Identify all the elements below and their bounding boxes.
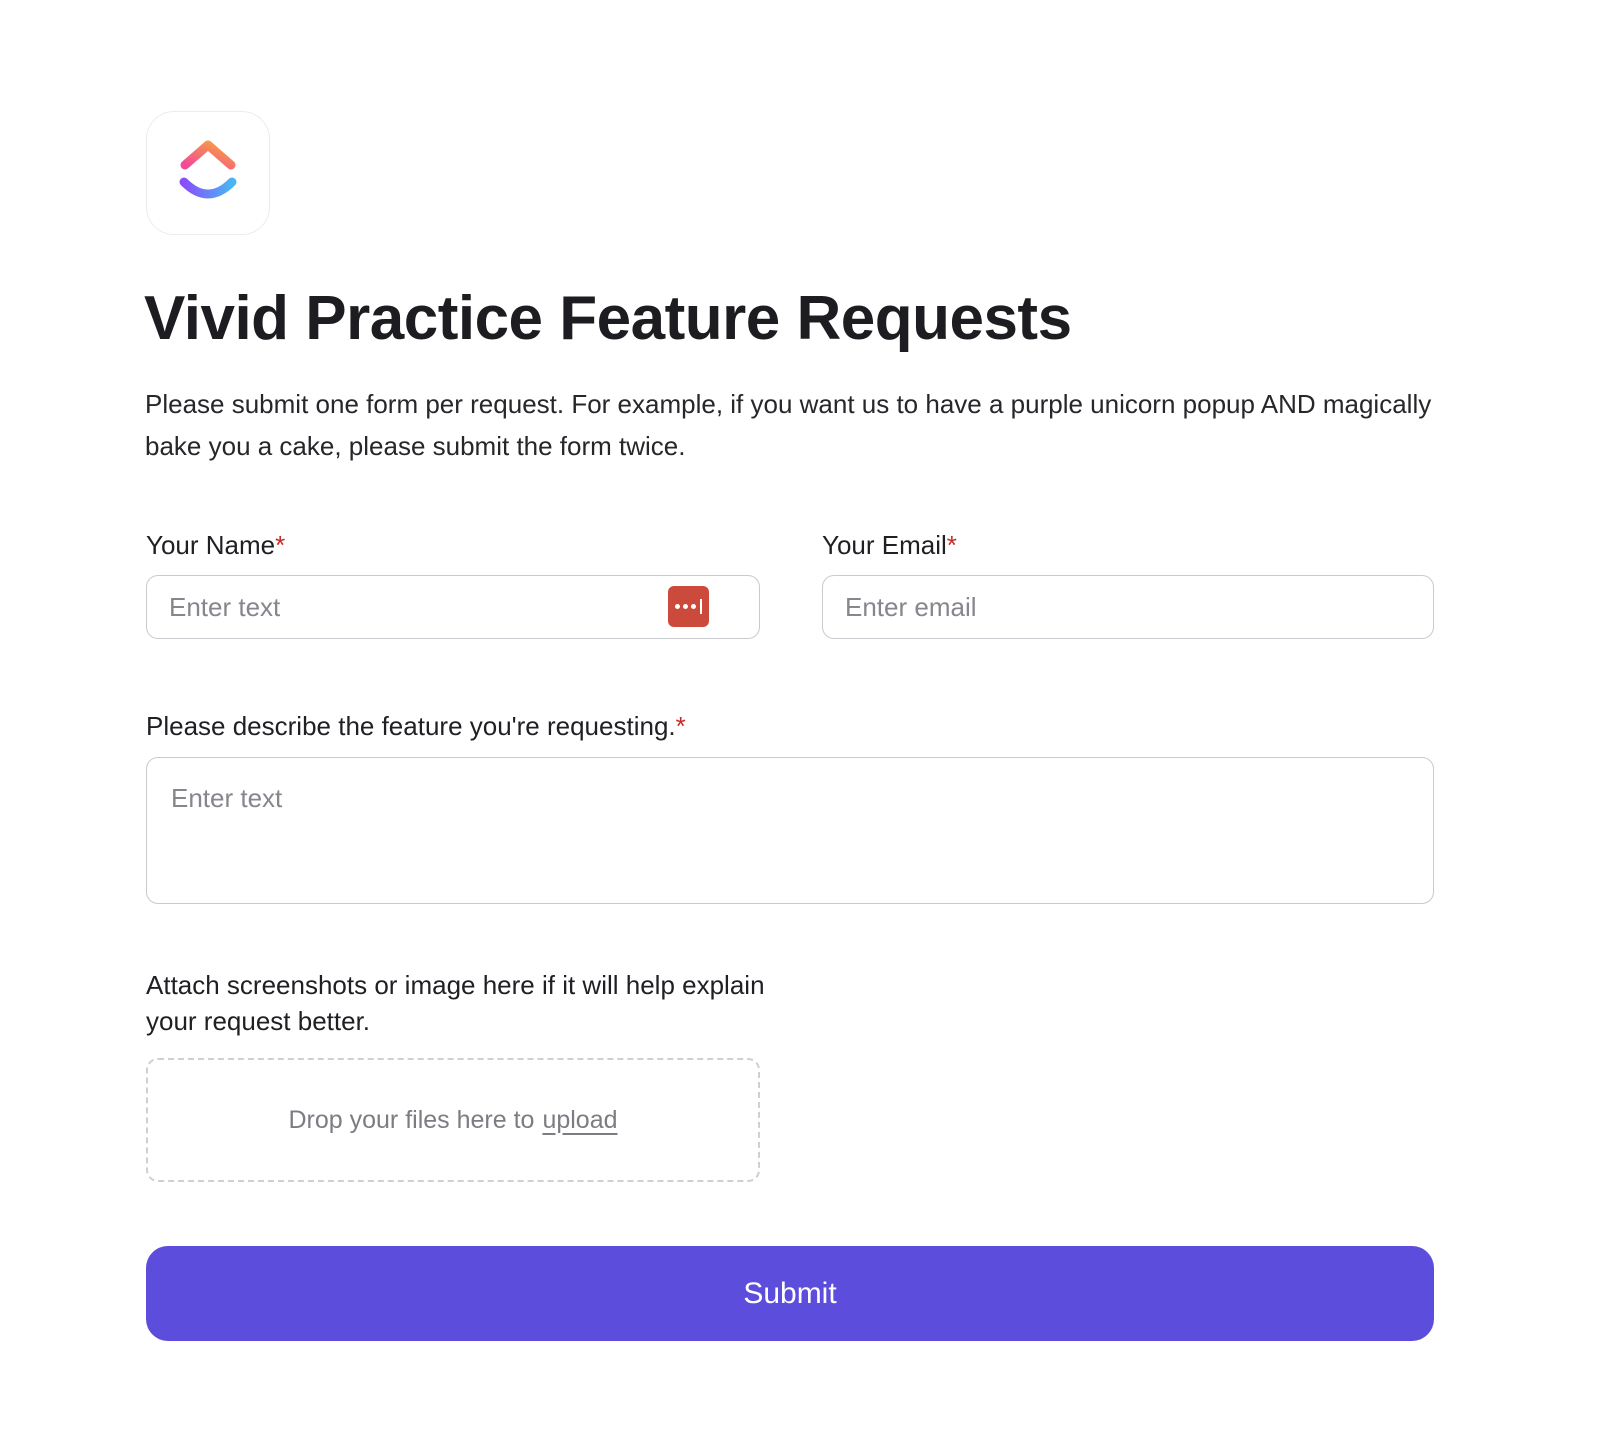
email-label-text: Your Email [822,530,947,560]
email-input[interactable] [822,575,1434,639]
form-title: Vivid Practice Feature Requests [144,284,1072,353]
feature-field-label: Please describe the feature you're reque… [146,708,686,744]
name-label-text: Your Name [146,530,276,560]
upload-link[interactable]: upload [542,1106,617,1135]
password-manager-icon[interactable] [668,586,709,627]
email-field-label: Your Email* [822,527,957,563]
submit-button[interactable]: Submit [146,1246,1434,1341]
required-marker: * [675,711,686,741]
feature-textarea[interactable] [146,757,1434,904]
required-marker: * [275,530,286,560]
form-description: Please submit one form per request. For … [145,389,1432,461]
feature-label-text: Please describe the feature you're reque… [146,711,676,741]
attachment-label: Attach screenshots or image here if it w… [146,970,765,1036]
required-marker: * [946,530,957,560]
app-logo [146,111,270,235]
clickup-logo-icon [179,140,237,199]
file-dropzone[interactable]: Drop your files here to upload [146,1058,760,1182]
name-field-label: Your Name* [146,527,285,563]
dropzone-text: Drop your files here to [288,1105,535,1134]
